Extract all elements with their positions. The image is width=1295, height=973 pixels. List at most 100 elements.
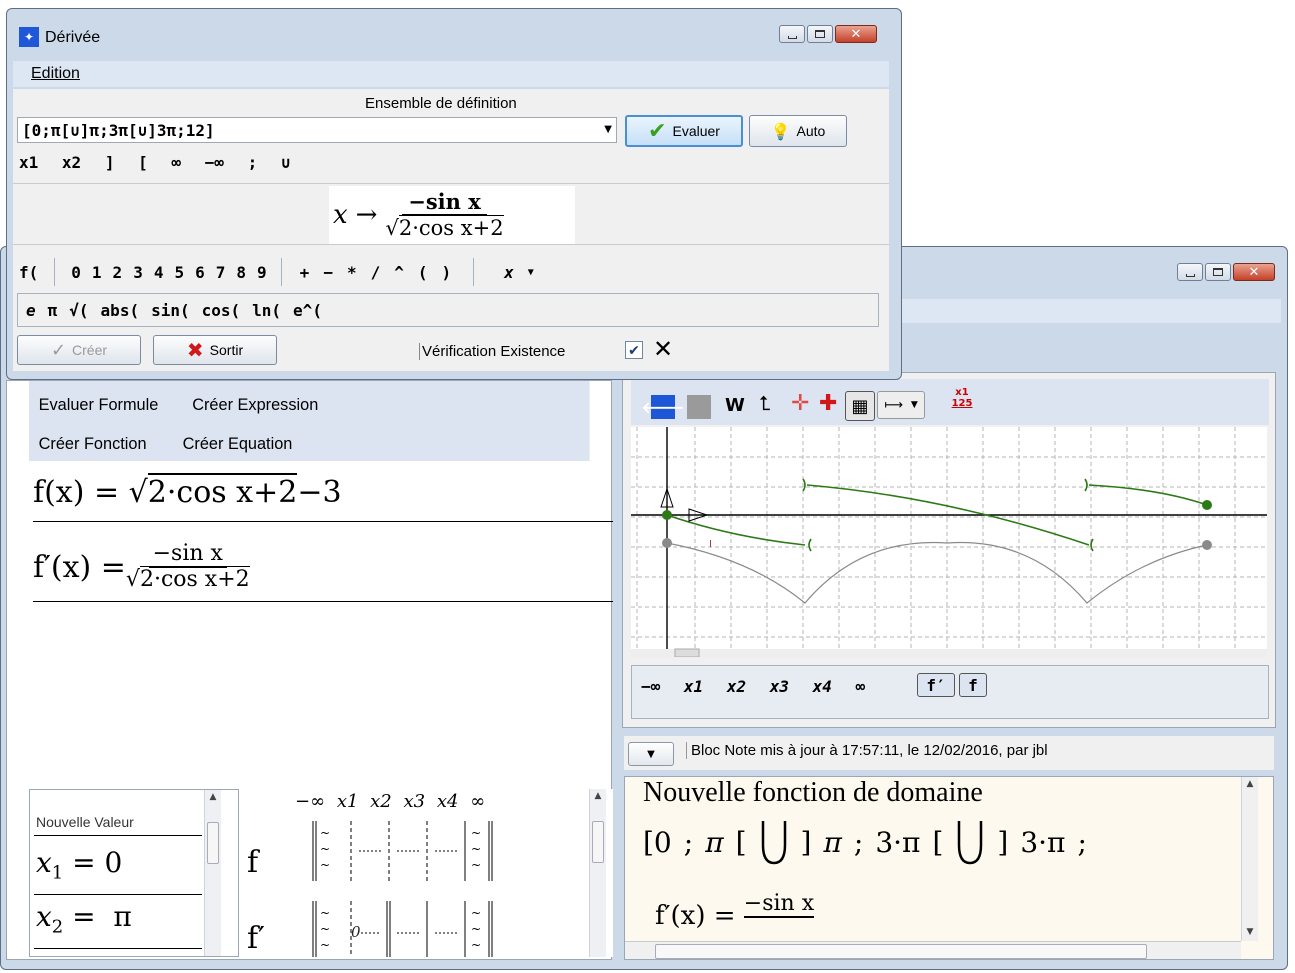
fkey-ln[interactable]: ln( xyxy=(252,301,281,320)
gkey-x4[interactable]: x4 xyxy=(813,677,832,696)
combobox-arrow-icon[interactable]: ▼ xyxy=(604,124,612,135)
w-button[interactable]: W xyxy=(725,395,745,416)
key-4[interactable]: 4 xyxy=(154,263,164,282)
key-union[interactable]: ∪ xyxy=(281,153,291,172)
dialog-maximize-button[interactable] xyxy=(807,25,833,43)
key-lbracket[interactable]: [ xyxy=(138,153,148,172)
table-scroll-up[interactable]: ▲ xyxy=(590,789,606,803)
fprime-formula-lhs: f′(x) = xyxy=(33,549,126,585)
key-8[interactable]: 8 xyxy=(236,263,246,282)
gray-square-button[interactable] xyxy=(687,395,711,419)
key-6[interactable]: 6 xyxy=(195,263,205,282)
crosshair-dashed-icon[interactable]: ✛ xyxy=(791,391,809,416)
key-5[interactable]: 5 xyxy=(174,263,184,282)
fkey-e[interactable]: e xyxy=(26,301,36,320)
fkey-exp[interactable]: e^( xyxy=(293,301,322,320)
menu-edition[interactable]: Edition xyxy=(31,65,80,83)
fkey-pi[interactable]: π xyxy=(48,301,58,320)
axes-tool-icon[interactable]: ⮤ xyxy=(759,391,771,415)
auto-button[interactable]: 💡 Auto xyxy=(749,115,847,147)
menu-creer-equation[interactable]: Créer Equation xyxy=(183,434,293,454)
evaluer-button[interactable]: ✔ Evaluer xyxy=(625,115,743,147)
f-formula[interactable]: f(x) = √2·cos x+2−3 xyxy=(33,473,342,513)
key-divide[interactable]: ∕ xyxy=(371,263,381,282)
fkey-cos[interactable]: cos( xyxy=(202,301,241,320)
key-9[interactable]: 9 xyxy=(257,263,267,282)
key-power[interactable]: ^ xyxy=(394,263,404,282)
sortir-button[interactable]: ✖ Sortir xyxy=(153,335,277,365)
gkey-x1[interactable]: x1 xyxy=(684,677,703,696)
key-rbracket[interactable]: ] xyxy=(105,153,115,172)
f-key[interactable]: f xyxy=(959,673,987,697)
key-minus[interactable]: − xyxy=(323,263,333,282)
f-point-start[interactable] xyxy=(662,538,672,548)
verif-checkbox[interactable]: ✔ xyxy=(625,341,643,359)
key-times[interactable]: * xyxy=(347,263,357,282)
note-l2-10: 3·π xyxy=(1020,825,1066,859)
creer-button[interactable]: ✓ Créer xyxy=(17,335,141,365)
note-hscroll-thumb[interactable] xyxy=(655,944,1147,959)
x2-value-row[interactable]: x2 = π xyxy=(36,900,132,938)
graph-canvas[interactable]: I xyxy=(631,427,1267,657)
note-dropdown-button[interactable]: ▼ xyxy=(628,742,674,766)
note-vscroll[interactable]: ▲ ▼ xyxy=(1241,777,1258,941)
menu-creer-fonction[interactable]: Créer Fonction xyxy=(39,434,147,454)
values-scrollbar[interactable]: ▲ xyxy=(204,790,221,956)
note-scroll-down[interactable]: ▼ xyxy=(1242,925,1258,939)
key-lparen[interactable]: ( xyxy=(418,263,428,282)
key-f-open[interactable]: f( xyxy=(19,263,38,282)
note-l2-11: ; xyxy=(1077,825,1087,859)
scale-button[interactable]: x1 125 xyxy=(949,387,975,417)
span-tool-button[interactable]: ⟼ ▼ xyxy=(877,391,925,419)
fkey-sin[interactable]: sin( xyxy=(151,301,190,320)
main-maximize-button[interactable] xyxy=(1205,263,1231,281)
note-l2-8: [ xyxy=(932,825,944,859)
key-7[interactable]: 7 xyxy=(216,263,226,282)
key-plus[interactable]: + xyxy=(300,263,310,282)
gkey-x2[interactable]: x2 xyxy=(727,677,746,696)
main-close-button[interactable]: ✕ xyxy=(1233,263,1275,281)
key-semicolon[interactable]: ; xyxy=(248,153,258,172)
back-arrow-button[interactable]: 🡐 xyxy=(642,395,684,419)
gkey-neg-inf[interactable]: −∞ xyxy=(641,677,660,696)
graph-hscroll-thumb[interactable] xyxy=(674,648,700,657)
gkey-x3[interactable]: x3 xyxy=(770,677,789,696)
menu-creer-expression[interactable]: Créer Expression xyxy=(192,395,318,415)
key-x1[interactable]: x1 xyxy=(19,153,38,172)
values-header-line xyxy=(34,835,202,836)
scroll-thumb[interactable] xyxy=(207,822,219,864)
crosshair-icon[interactable]: ✚ xyxy=(819,391,837,416)
fprime-point-end[interactable] xyxy=(1202,500,1212,510)
fprime-point-start[interactable] xyxy=(662,510,672,520)
key-neg-infinity[interactable]: −∞ xyxy=(205,153,224,172)
fkey-sqrt[interactable]: √( xyxy=(69,301,88,320)
fprime-key[interactable]: f′ xyxy=(917,673,955,697)
x1-value-row[interactable]: x1 = 0 xyxy=(36,846,122,884)
table-scroll-thumb[interactable] xyxy=(592,821,604,863)
gkey-inf[interactable]: ∞ xyxy=(856,677,866,696)
fkey-abs[interactable]: abs( xyxy=(101,301,140,320)
f-point-end[interactable] xyxy=(1202,540,1212,550)
key-x2[interactable]: x2 xyxy=(62,153,81,172)
note-hscroll[interactable] xyxy=(625,941,1241,959)
key-3[interactable]: 3 xyxy=(133,263,143,282)
var-dropdown-icon[interactable]: ▼ xyxy=(528,267,534,278)
fprime-formula[interactable]: f′(x) = −sin x √2·cos x+2 xyxy=(33,537,250,597)
key-2[interactable]: 2 xyxy=(113,263,123,282)
grid-toggle-button[interactable]: ▦ xyxy=(845,391,875,421)
dialog-close-button[interactable]: ✕ xyxy=(835,25,877,43)
key-1[interactable]: 1 xyxy=(92,263,102,282)
graph-hscroll[interactable] xyxy=(631,649,1267,657)
verif-cross-icon[interactable]: ✕ xyxy=(653,335,673,363)
note-scroll-up[interactable]: ▲ xyxy=(1242,777,1258,791)
dialog-minimize-button[interactable] xyxy=(779,25,805,43)
table-scrollbar[interactable]: ▲ xyxy=(589,789,606,957)
key-rparen[interactable]: ) xyxy=(442,263,452,282)
main-minimize-button[interactable] xyxy=(1177,263,1203,281)
key-var-x[interactable]: x xyxy=(504,263,514,282)
menu-evaluer-formule[interactable]: Evaluer Formule xyxy=(39,395,159,415)
key-0[interactable]: 0 xyxy=(71,263,81,282)
key-infinity[interactable]: ∞ xyxy=(171,153,181,172)
domain-combobox[interactable]: [0;π[∪]π;3π[∪]3π;12] ▼ xyxy=(17,117,617,143)
scroll-up-arrow[interactable]: ▲ xyxy=(205,790,221,804)
